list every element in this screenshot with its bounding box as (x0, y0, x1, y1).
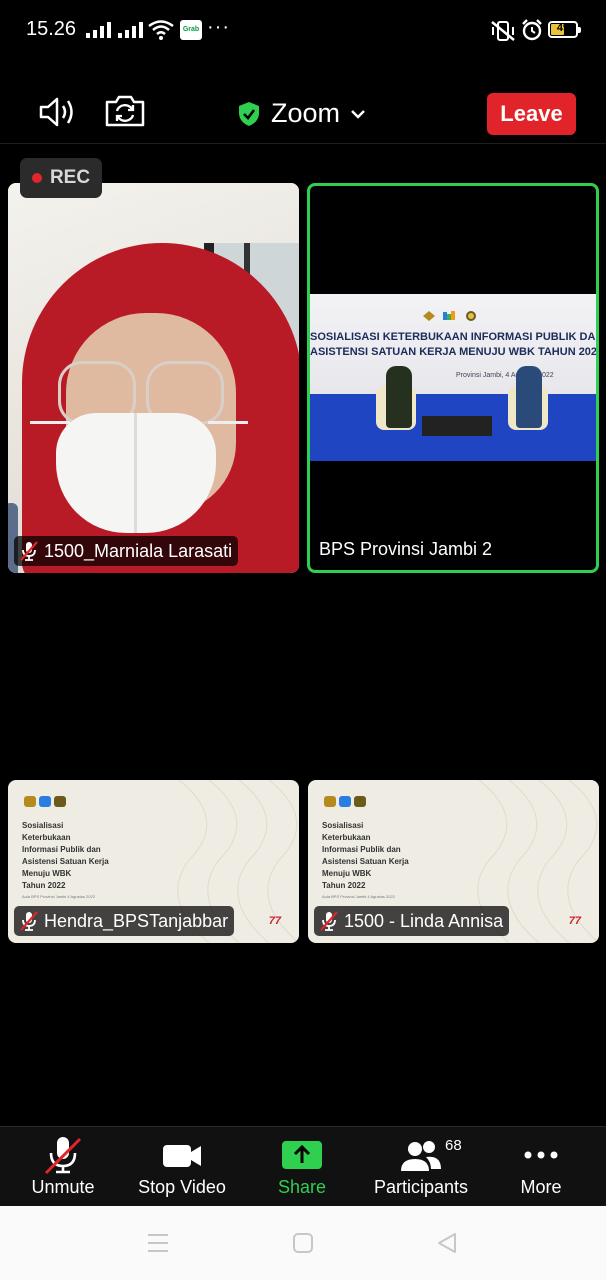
grab-notification-icon: Grab (180, 20, 202, 40)
slide-subtitle: Aula BPS Provinsi Jambi 4 Agustus 2022 (322, 894, 395, 899)
wifi-icon (148, 20, 174, 40)
stage-banner-line2: ASISTENSI SATUAN KERJA MENUJU WBK TAHUN … (310, 346, 599, 358)
share-label: Share (277, 1177, 327, 1197)
participant-name-tag: 1500_Marniala Larasati (14, 536, 239, 566)
stop-video-button[interactable]: Stop Video (132, 1127, 232, 1207)
participants-label: Participants (373, 1177, 469, 1197)
battery-icon: 49 (548, 21, 581, 38)
speaker-right (516, 366, 542, 428)
back-icon[interactable] (436, 1232, 458, 1254)
mic-muted-icon (44, 1137, 82, 1175)
signal-icon (86, 22, 111, 38)
chevron-down-icon (351, 109, 365, 119)
system-nav-bar (0, 1206, 606, 1280)
battery-percent: 49 (556, 22, 570, 34)
participant-name-tag: Hendra_BPSTanjabbar (14, 906, 235, 936)
alarm-icon (522, 19, 542, 41)
participant-name: Hendra_BPSTanjabbar (44, 910, 229, 931)
video-icon (163, 1145, 201, 1167)
participant-name: 1500 - Linda Annisa (344, 910, 504, 931)
camera-switch-icon[interactable] (104, 94, 146, 128)
slide-anniversary-logo: 77 (268, 915, 281, 927)
share-button[interactable]: Share (262, 1127, 342, 1207)
more-label: More (520, 1177, 562, 1197)
participant-name-tag: 1500 - Linda Annisa (314, 906, 510, 936)
menu-icon[interactable] (146, 1232, 170, 1254)
speaker-left (386, 366, 412, 428)
slide-logos (324, 796, 366, 807)
stop-video-label: Stop Video (138, 1177, 226, 1197)
rec-dot-icon (31, 173, 42, 183)
stage-video: SOSIALISASI KETERBUKAAN INFORMASI PUBLIK… (310, 294, 596, 461)
home-icon[interactable] (292, 1232, 314, 1254)
rec-label: REC (49, 167, 91, 188)
share-arrow-icon (282, 1141, 322, 1169)
unmute-label: Unmute (31, 1177, 95, 1197)
bps-logo-icon (443, 311, 455, 320)
shield-check-icon (239, 101, 259, 126)
meeting-toolbar: Zoom Leave (0, 80, 606, 144)
emblem-logo-icon (466, 311, 476, 321)
more-dots-icon (524, 1151, 558, 1159)
signal-icon-2 (118, 22, 143, 38)
slide-anniversary-logo: 77 (568, 915, 581, 927)
status-bar: 15.26 Grab ··· 49 (0, 0, 606, 62)
slide-subtitle: Aula BPS Provinsi Jambi 4 Agustus 2022 (22, 894, 95, 899)
participant-name: BPS Provinsi Jambi 2 (319, 539, 493, 559)
mic-muted-icon (20, 911, 38, 931)
slide-title: Sosialisasi Keterbukaan Informasi Publik… (22, 821, 109, 890)
participants-count: 68 (445, 1137, 462, 1154)
leave-button[interactable]: Leave (487, 93, 576, 135)
vibrate-mute-icon (491, 21, 515, 41)
video-tile-bps-jambi[interactable]: SOSIALISASI KETERBUKAAN INFORMASI PUBLIK… (307, 183, 599, 573)
video-face-mask (56, 413, 216, 533)
more-button[interactable]: More (506, 1127, 576, 1207)
mask-strap-right (208, 421, 248, 424)
mask-strap-left (30, 421, 70, 424)
unmute-button[interactable]: Unmute (20, 1127, 106, 1207)
status-time: 15.26 (26, 18, 77, 40)
more-notifications: ··· (207, 16, 230, 38)
mic-muted-icon (320, 911, 338, 931)
participants-icon (401, 1141, 441, 1171)
stage-banner-line1: SOSIALISASI KETERBUKAAN INFORMASI PUBLIK… (310, 331, 599, 343)
video-tile-hendra[interactable]: Sosialisasi Keterbukaan Informasi Publik… (8, 780, 299, 943)
mic-muted-icon (20, 541, 38, 561)
slide-title: Sosialisasi Keterbukaan Informasi Publik… (322, 821, 409, 890)
garuda-logo-icon (423, 311, 435, 321)
speaker-icon[interactable] (38, 96, 78, 128)
meeting-title: Zoom (271, 98, 341, 128)
video-tile-marniala[interactable]: 1500_Marniala Larasati (8, 183, 299, 573)
stage-table (422, 416, 492, 436)
recording-indicator: REC (20, 158, 102, 198)
video-tile-linda[interactable]: Sosialisasi Keterbukaan Informasi Publik… (308, 780, 599, 943)
meeting-controls: Unmute Stop Video Share Participants 68 … (0, 1126, 606, 1206)
slide-logos (24, 796, 66, 807)
participant-name: 1500_Marniala Larasati (44, 540, 233, 561)
meeting-title-dropdown[interactable]: Zoom (237, 98, 366, 129)
